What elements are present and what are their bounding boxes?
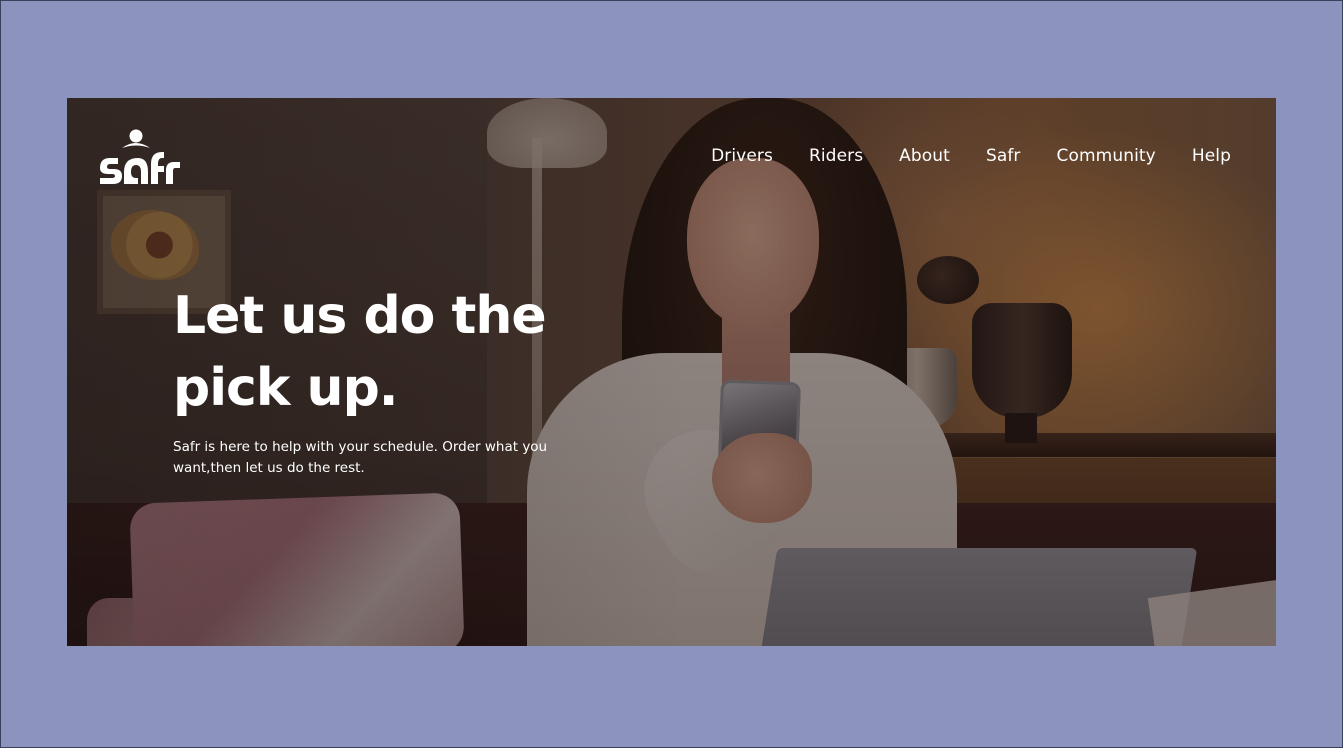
nav-item-safr[interactable]: Safr	[986, 146, 1021, 166]
hero-subtext: Safr is here to help with your schedule.…	[173, 439, 548, 476]
nav-item-drivers[interactable]: Drivers	[711, 146, 773, 166]
nav-item-riders[interactable]: Riders	[809, 146, 863, 166]
nav-item-help[interactable]: Help	[1192, 146, 1231, 166]
nav-item-about[interactable]: About	[899, 146, 950, 166]
main-navigation: Drivers Riders About Safr Community Help	[711, 146, 1231, 166]
hero-section: Drivers Riders About Safr Community Help…	[67, 98, 1276, 646]
safr-logo[interactable]	[98, 128, 182, 188]
nav-item-community[interactable]: Community	[1057, 146, 1156, 166]
hero-headline: Let us do the pick up.	[173, 286, 547, 418]
safr-logo-mark	[100, 129, 180, 184]
